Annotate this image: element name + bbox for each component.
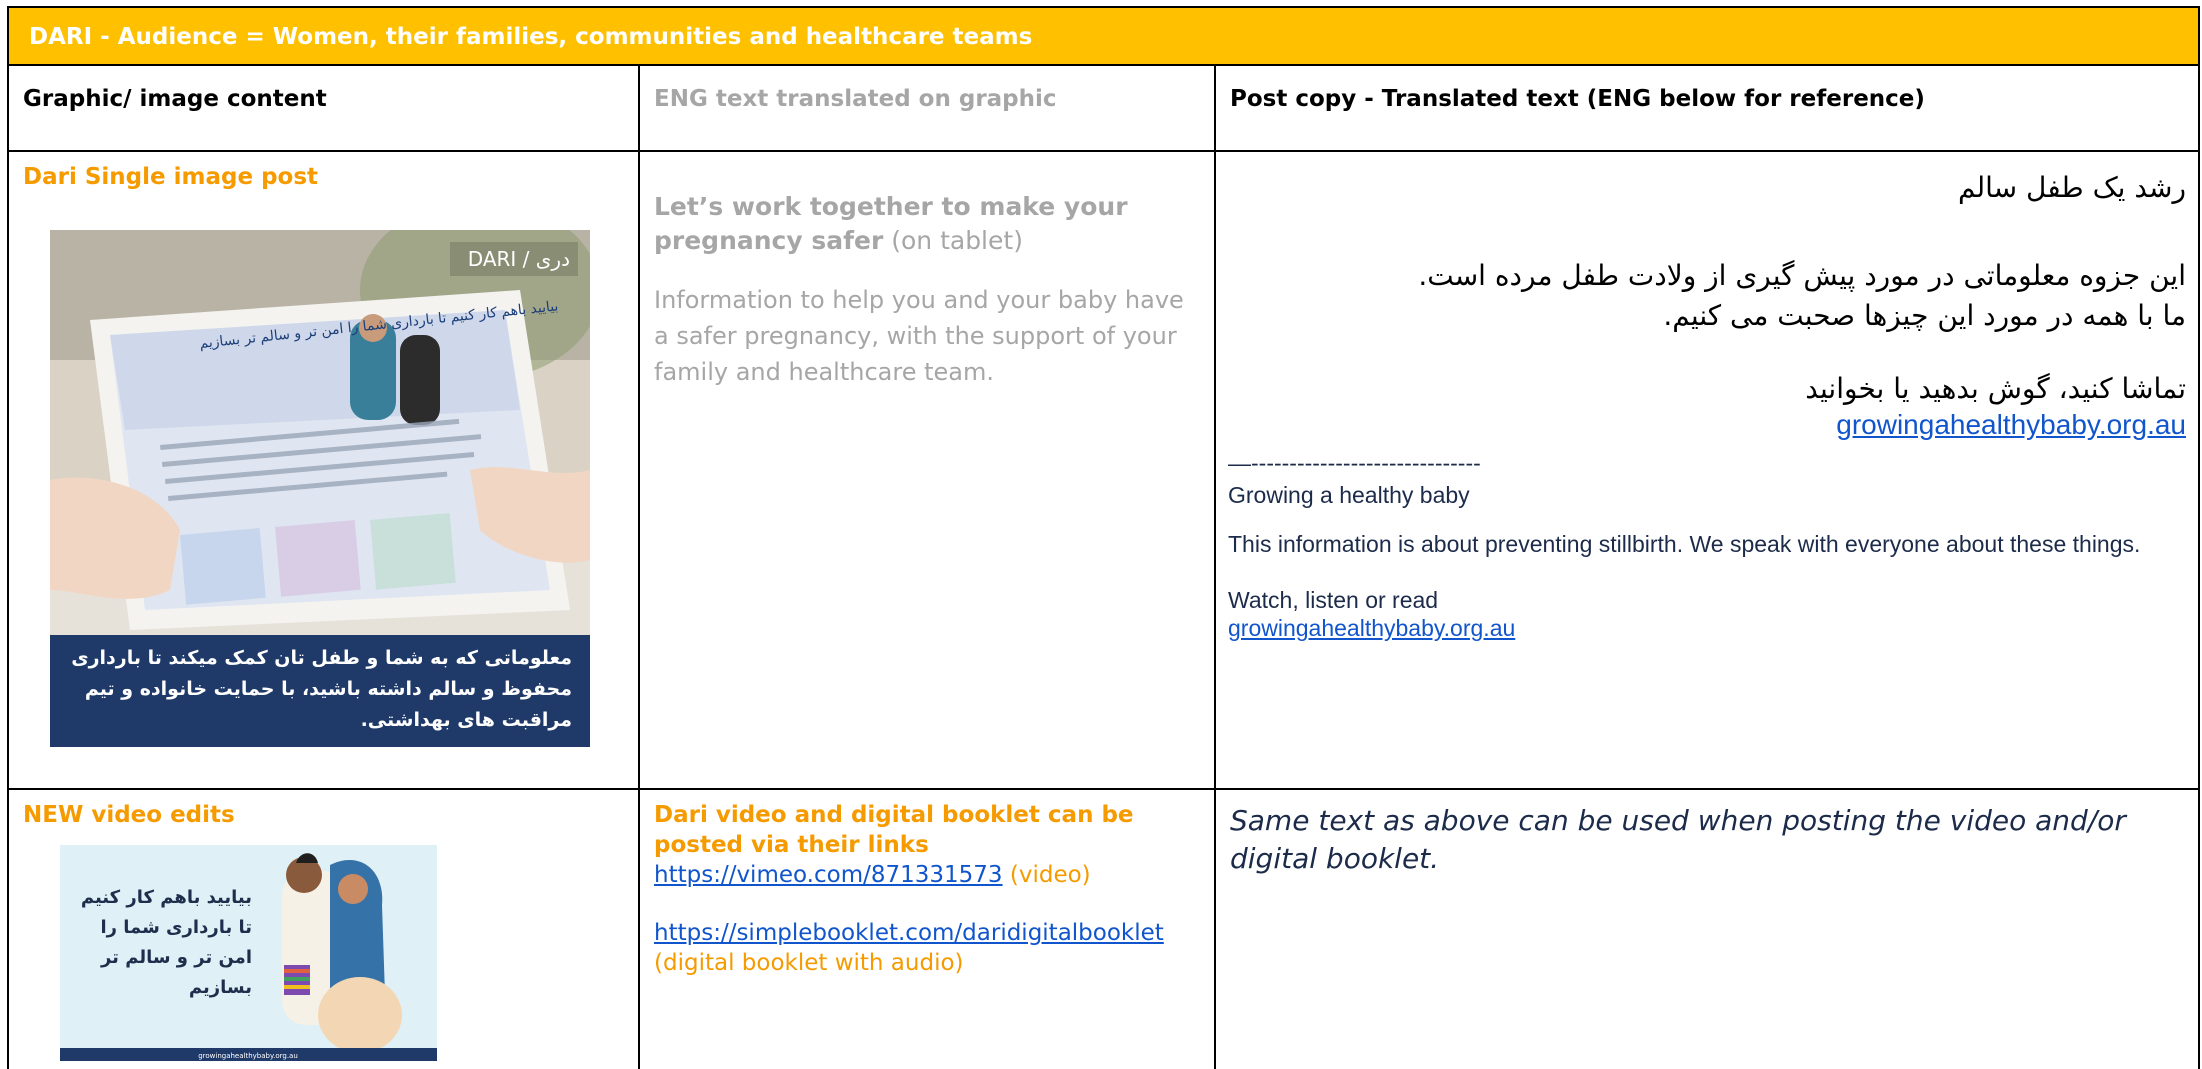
header-post-copy-label: Post copy - Translated text (ENG below f… [1230, 86, 1925, 112]
banner-text: DARI - Audience = Women, their families,… [29, 24, 1033, 50]
fa-post-body-1: این جزوه معلوماتی در مورد پیش گیری از ول… [1418, 259, 2186, 292]
header-graphic-content: Graphic/ image content [9, 66, 640, 150]
video-cell: NEW video edits growingahealthybaby.org.… [9, 790, 640, 1069]
header-post-copy: Post copy - Translated text (ENG below f… [1216, 66, 2198, 150]
video-links-cell: Dari video and digital booklet can be po… [640, 790, 1216, 1069]
video-row: NEW video edits growingahealthybaby.org.… [7, 788, 2200, 1069]
video-footer-url: growingahealthybaby.org.au [198, 1052, 298, 1060]
image-caption-eng: Information to help you and your baby ha… [654, 286, 1184, 386]
header-eng-text: ENG text translated on graphic [640, 66, 1216, 150]
reference-divider: —------------------------------ [1228, 450, 1481, 476]
booklet-link-suffix: (digital booklet with audio) [654, 950, 964, 976]
video-row-title: NEW video edits [23, 802, 235, 828]
video-overlay-text: بیایید باهم کار کنیم تا بارداری شما را ا… [80, 887, 252, 998]
header-eng-label: ENG text translated on graphic [654, 86, 1057, 112]
video-thumbnail: growingahealthybaby.org.au بیایید باهم ک… [60, 845, 437, 1061]
en-watch-text: Watch, listen or read [1228, 587, 1439, 613]
en-post-title: Growing a healthy baby [1228, 482, 1470, 508]
audience-banner: DARI - Audience = Women, their families,… [7, 6, 2200, 66]
fa-post-body-2: ما با همه در مورد این چیزها صحبت می کنیم… [1663, 299, 2186, 332]
en-website-link[interactable]: growingahealthybaby.org.au [1228, 615, 1515, 641]
single-image-title: Dari Single image post [23, 164, 319, 190]
video-post-copy-cell: Same text as above can be used when post… [1216, 790, 2198, 1069]
en-post-body: This information is about preventing sti… [1228, 531, 2141, 557]
fa-watch-text: تماشا کنید، گوش بدهید یا بخوانید [1805, 372, 2186, 405]
document-table: DARI - Audience = Women, their families,… [7, 6, 2202, 1069]
single-image-eng-cell: Let’s work together to make your pregnan… [640, 152, 1216, 788]
image-caption: معلوماتی که به شما و طفل تان کمک میکند ت… [71, 647, 572, 731]
single-image-row: Dari Single image post بیایید باهم کار ک… [7, 150, 2200, 790]
tablet-headline-eng: Let’s work together to make your pregnan… [654, 190, 1200, 258]
header-row: Graphic/ image content ENG text translat… [7, 64, 2200, 152]
tablet-headline-suffix: (on tablet) [883, 226, 1023, 255]
single-image-cell: Dari Single image post بیایید باهم کار ک… [9, 152, 640, 788]
tablet-post-image: بیایید باهم کار کنیم تا بارداری شما را ا… [50, 230, 590, 747]
post-copy-cell: رشد یک طفل سالم این جزوه معلوماتی در مور… [1216, 152, 2198, 788]
video-post-note: Same text as above can be used when post… [1230, 804, 2126, 875]
header-graphic-label: Graphic/ image content [23, 86, 327, 112]
fa-website-link[interactable]: growingahealthybaby.org.au [1836, 409, 2186, 440]
vimeo-link[interactable]: https://vimeo.com/871331573 [654, 862, 1003, 888]
booklet-link[interactable]: https://simplebooklet.com/daridigitalboo… [654, 920, 1164, 946]
video-links-title: Dari video and digital booklet can be po… [654, 802, 1134, 858]
image-language-tag: DARI / دری [468, 247, 570, 271]
vimeo-link-suffix: (video) [1002, 862, 1091, 888]
fa-post-title: رشد یک طفل سالم [1957, 171, 2186, 204]
